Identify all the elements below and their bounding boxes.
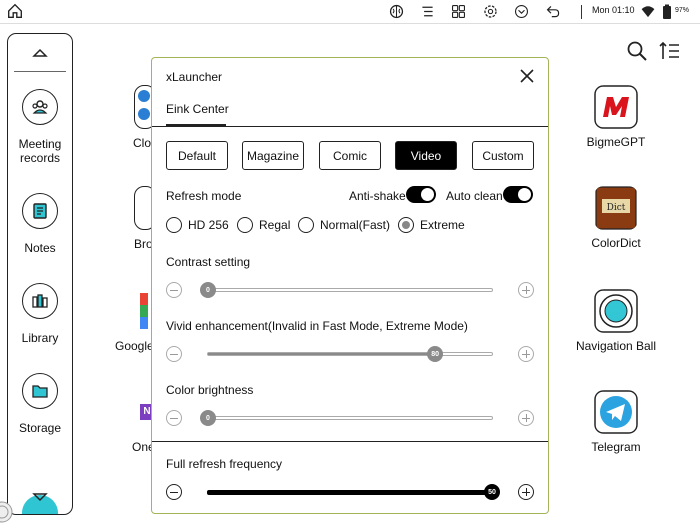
app-label-partial: Clo	[133, 136, 152, 150]
brightness-slider[interactable]: 0	[166, 408, 534, 428]
sort-icon[interactable]	[659, 40, 681, 62]
floating-ball-icon[interactable]	[0, 500, 20, 525]
vivid-knob[interactable]: 80	[427, 346, 444, 362]
anti-shake-toggle[interactable]	[406, 186, 436, 203]
full-refresh-label: Full refresh frequency	[166, 457, 283, 471]
radio-label: Normal(Fast)	[320, 218, 391, 232]
people-icon	[32, 100, 48, 114]
tab-eink-center[interactable]: Eink Center	[166, 102, 229, 116]
vivid-decrease-button[interactable]	[166, 346, 182, 362]
preset-button-magazine[interactable]: Magazine	[242, 141, 304, 170]
app-label: ColorDict	[591, 236, 641, 250]
back-icon[interactable]	[545, 3, 562, 20]
full-refresh-slider[interactable]: 50	[166, 482, 534, 502]
status-separator	[581, 5, 582, 19]
contrast-slider[interactable]: 0	[166, 280, 534, 300]
eink-center-dialog: xLauncher Eink Center Default Magazine C…	[151, 57, 549, 514]
dock-item-storage[interactable]: Storage	[8, 373, 72, 435]
contrast-increase-button[interactable]	[518, 282, 534, 298]
dock-item-library[interactable]: Library	[8, 283, 72, 345]
dialog-divider	[152, 126, 548, 127]
folder-icon	[32, 385, 48, 398]
settings-gear-icon[interactable]	[482, 3, 499, 20]
preset-button-video[interactable]: Video	[395, 141, 457, 170]
svg-text:Dict: Dict	[607, 203, 626, 213]
apps-grid-icon[interactable]	[450, 3, 467, 20]
left-dock: Meeting records Notes Library Storage	[7, 33, 73, 515]
dock-item-meeting-records[interactable]: Meeting records	[8, 89, 72, 165]
battery-level: 97%	[675, 7, 690, 14]
app-colordict[interactable]: Dict ColorDict	[556, 186, 676, 250]
dialog-title: xLauncher	[166, 70, 223, 84]
dock-item-label: Storage	[18, 421, 62, 435]
app-label: Telegram	[591, 440, 641, 454]
auto-clean-toggle[interactable]	[503, 186, 533, 203]
vivid-label: Vivid enhancement(Invalid in Fast Mode, …	[166, 319, 468, 333]
battery-icon	[663, 4, 671, 19]
radio-normal-fast[interactable]: Normal(Fast)	[298, 216, 390, 234]
preset-button-default[interactable]: Default	[166, 141, 228, 170]
radio-hd-256[interactable]: HD 256	[166, 216, 229, 234]
auto-clean-label: Auto clean	[446, 189, 503, 203]
telegram-icon	[594, 390, 638, 434]
app-navigation-ball[interactable]: Navigation Ball	[556, 289, 676, 353]
brightness-increase-button[interactable]	[518, 410, 534, 426]
contrast-label: Contrast setting	[166, 255, 251, 269]
brain-icon[interactable]	[388, 3, 405, 20]
full-refresh-knob[interactable]: 50	[484, 484, 500, 500]
app-label-partial: Google	[115, 339, 154, 353]
vivid-increase-button[interactable]	[518, 346, 534, 362]
radio-label: HD 256	[188, 218, 229, 232]
full-refresh-decrease-button[interactable]	[166, 484, 182, 500]
scroll-up-icon[interactable]	[30, 46, 50, 60]
notebook-icon	[33, 203, 47, 219]
preset-button-comic[interactable]: Comic	[319, 141, 381, 170]
app-telegram[interactable]: Telegram	[556, 390, 676, 454]
app-label-partial: Bro	[134, 237, 153, 251]
contrast-decrease-button[interactable]	[166, 282, 182, 298]
radio-label: Regal	[259, 218, 291, 232]
list-icon[interactable]	[419, 3, 436, 20]
colordict-book-icon: Dict	[595, 186, 637, 230]
scroll-down-icon[interactable]	[30, 490, 50, 504]
refresh-mode-label: Refresh mode	[166, 189, 242, 203]
wifi-icon	[641, 6, 655, 18]
dock-divider	[14, 71, 66, 72]
dock-item-label: Meeting records	[18, 137, 62, 165]
brightness-label: Color brightness	[166, 383, 254, 397]
brightness-decrease-button[interactable]	[166, 410, 182, 426]
preset-button-custom[interactable]: Custom	[472, 141, 534, 170]
radio-extreme[interactable]: Extreme	[398, 216, 465, 234]
app-bigmegpt[interactable]: BigmeGPT	[556, 85, 676, 149]
status-time: Mon 01:10	[592, 5, 635, 15]
contrast-knob[interactable]: 0	[200, 282, 216, 298]
navigation-ball-icon	[594, 289, 638, 333]
radio-regal[interactable]: Regal	[237, 216, 290, 234]
preset-group: Default Magazine Comic Video Custom	[166, 141, 534, 171]
dock-item-label: Notes	[24, 241, 56, 255]
dock-item-label: Library	[21, 331, 59, 345]
close-icon[interactable]	[520, 69, 534, 83]
books-icon	[32, 294, 48, 308]
home-icon[interactable]	[6, 2, 24, 20]
anti-shake-label: Anti-shake	[349, 189, 406, 203]
bigmegpt-logo-icon	[594, 85, 638, 129]
status-bar: Mon 01:10 97%	[0, 0, 700, 24]
app-label: Navigation Ball	[575, 339, 657, 353]
app-label: BigmeGPT	[586, 135, 646, 149]
vivid-slider[interactable]: 80	[166, 344, 534, 364]
radio-label: Extreme	[420, 218, 465, 232]
dock-item-notes[interactable]: Notes	[8, 193, 72, 255]
brightness-knob[interactable]: 0	[200, 410, 216, 426]
full-refresh-increase-button[interactable]	[518, 484, 534, 500]
dialog-divider	[152, 441, 548, 442]
chevron-down-circle-icon[interactable]	[513, 3, 530, 20]
search-icon[interactable]	[626, 40, 648, 62]
